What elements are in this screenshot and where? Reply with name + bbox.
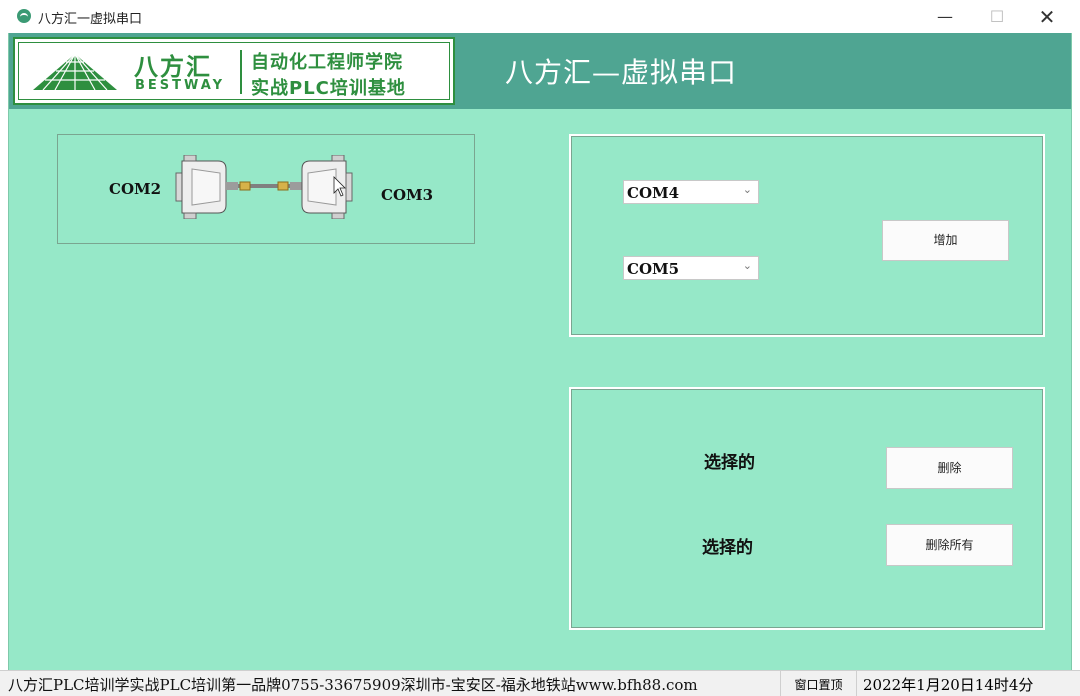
port-a-value: COM4 xyxy=(627,184,680,202)
selected-all-label: 选择的 xyxy=(702,538,753,558)
logo-slogan-1: 自动化工程师学院 xyxy=(251,52,403,73)
status-info: 八方汇PLC培训学实战PLC培训第一品牌0755-33675909深圳市-宝安区… xyxy=(8,676,698,694)
right-port-label: COM3 xyxy=(381,186,434,204)
port-b-value: COM5 xyxy=(627,260,680,278)
logo-divider xyxy=(240,50,242,94)
logo-brand-cn: 八方汇 xyxy=(134,53,212,81)
close-button[interactable]: ✕ xyxy=(1024,4,1070,30)
port-b-select[interactable]: COM5 ⌄ xyxy=(623,256,759,280)
title-bar: 八方汇一虚拟串口 — ☐ ✕ xyxy=(0,0,1080,33)
delete-port-panel: 选择的 删除 选择的 删除所有 xyxy=(569,387,1045,630)
logo-slogan-2: 实战PLC培训基地 xyxy=(251,78,406,99)
logo-brand-en: BESTWAY xyxy=(135,78,226,93)
left-port-label: COM2 xyxy=(109,180,162,198)
app-icon xyxy=(17,9,31,23)
pin-window-toggle[interactable]: 窗口置顶 xyxy=(780,671,856,696)
main-window: 八方汇 BESTWAY 自动化工程师学院 实战PLC培训基地 八方汇—虚拟串口 … xyxy=(8,33,1072,670)
status-bar: 八方汇PLC培训学实战PLC培训第一品牌0755-33675909深圳市-宝安区… xyxy=(0,670,1080,696)
chevron-down-icon: ⌄ xyxy=(742,259,752,272)
app-title: 八方汇—虚拟串口 xyxy=(505,56,738,89)
pyramid-logo-icon xyxy=(33,53,117,91)
minimize-button[interactable]: — xyxy=(922,4,968,30)
company-logo: 八方汇 BESTWAY 自动化工程师学院 实战PLC培训基地 xyxy=(13,37,455,105)
add-port-panel: COM4 ⌄ COM5 ⌄ 增加 xyxy=(569,134,1045,337)
add-button[interactable]: 增加 xyxy=(882,220,1009,261)
maximize-button[interactable]: ☐ xyxy=(974,4,1020,30)
serial-cable-icon[interactable] xyxy=(174,155,354,219)
port-a-select[interactable]: COM4 ⌄ xyxy=(623,180,759,204)
header-banner: 八方汇 BESTWAY 自动化工程师学院 实战PLC培训基地 八方汇—虚拟串口 xyxy=(9,33,1071,109)
status-datetime: 2022年1月20日14时4分 xyxy=(856,671,1080,696)
delete-all-button[interactable]: 删除所有 xyxy=(886,524,1013,566)
delete-button[interactable]: 删除 xyxy=(886,447,1013,489)
window-title: 八方汇一虚拟串口 xyxy=(38,12,143,27)
selected-pair-label: 选择的 xyxy=(704,453,755,473)
port-pair-panel: COM2 COM3 xyxy=(57,134,475,244)
chevron-down-icon: ⌄ xyxy=(742,183,752,196)
